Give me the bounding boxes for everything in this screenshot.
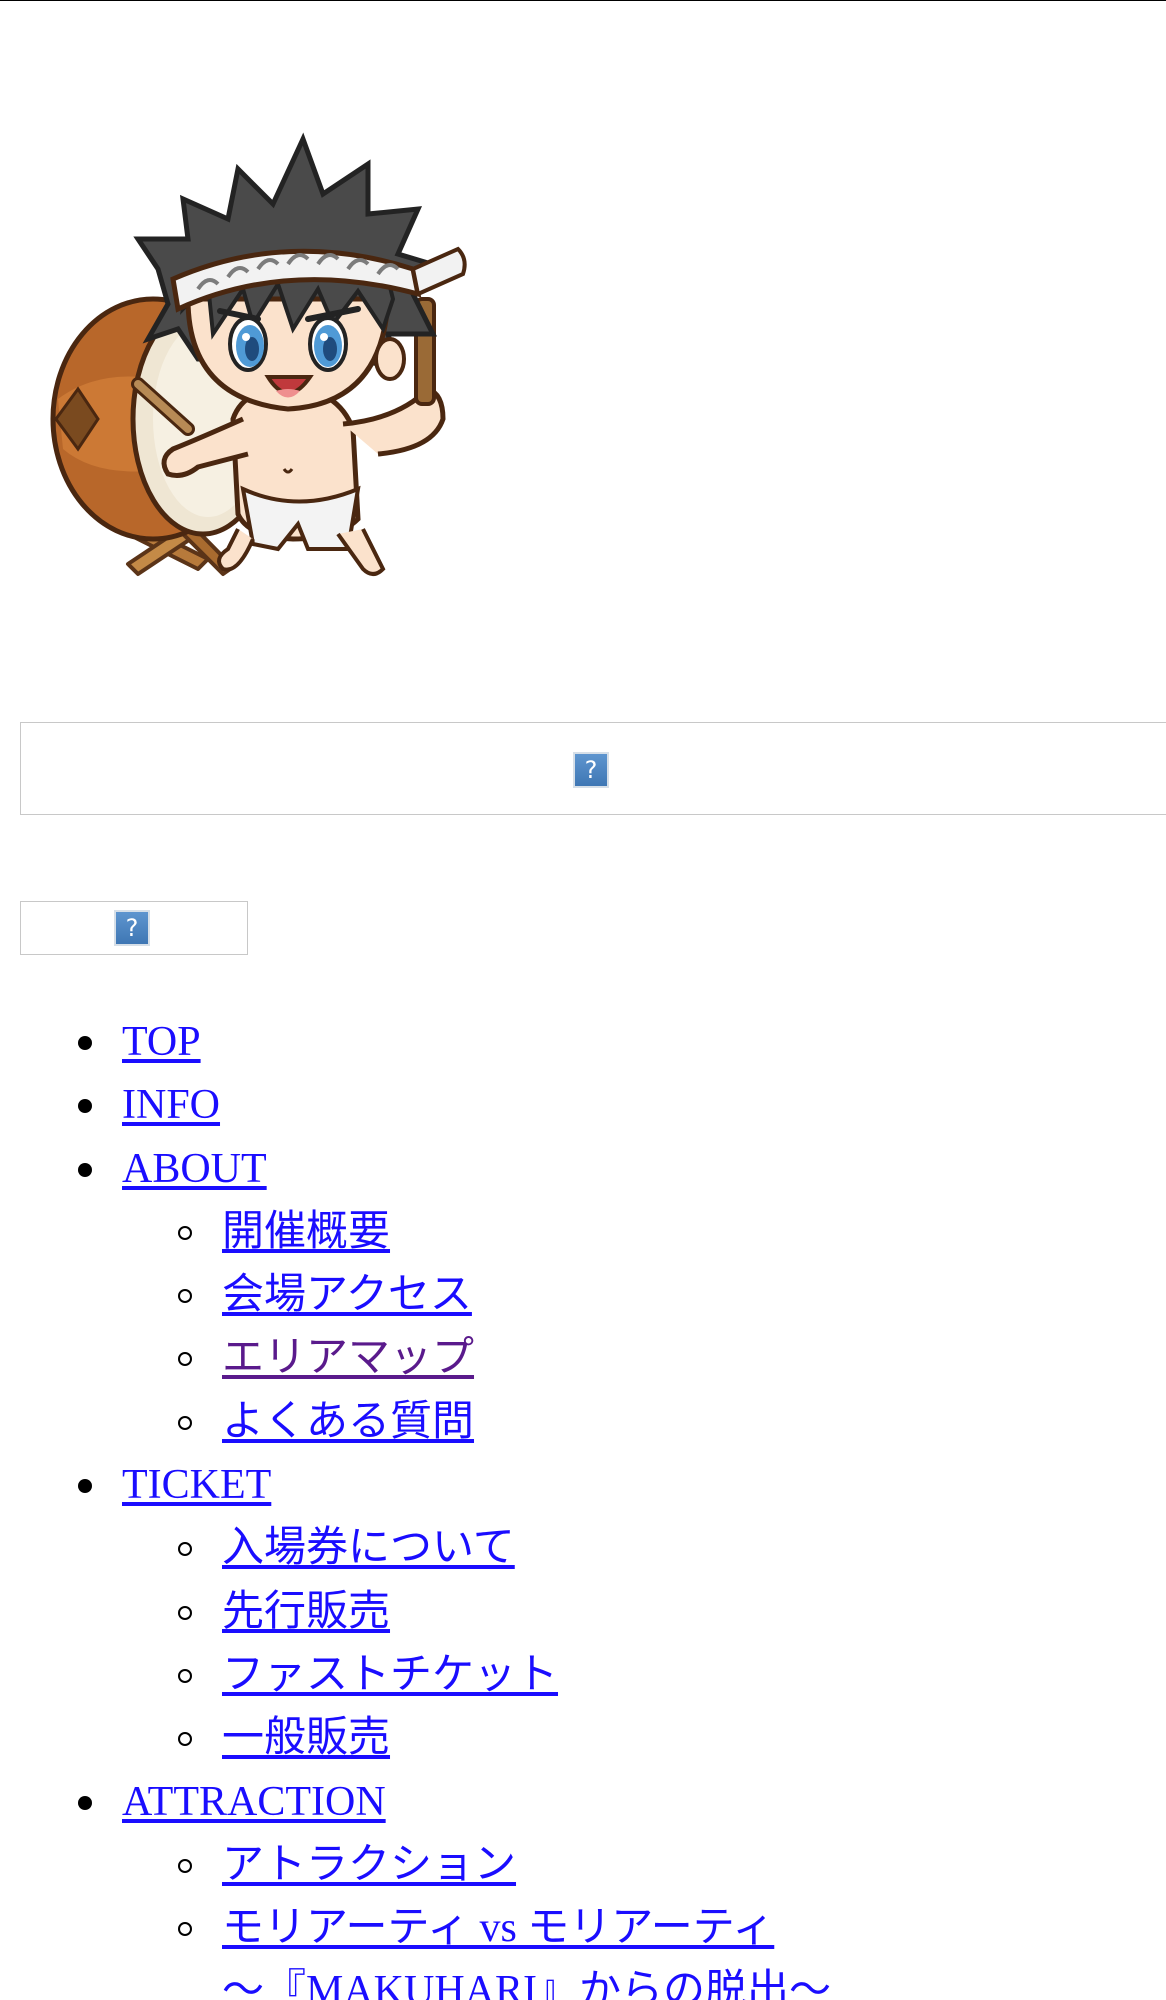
nav-link-fast-ticket[interactable]: ファストチケット xyxy=(222,1644,558,1707)
nav-link-overview[interactable]: 開催概要 xyxy=(222,1201,390,1264)
main-navigation: TOP INFO ABOUT 開催概要 会場アクセス エリアマップ よくある質問… xyxy=(0,1011,1166,2000)
nav-link-info[interactable]: INFO xyxy=(122,1074,220,1137)
nav-subitem-moriarty: モリアーティ vs モリアーティ xyxy=(0,1897,1166,1960)
nav-item-ticket: TICKET xyxy=(0,1454,1166,1517)
nav-link-area-map[interactable]: エリアマップ xyxy=(222,1327,474,1390)
nav-link-top[interactable]: TOP xyxy=(122,1011,201,1074)
nav-link-admission[interactable]: 入場券について xyxy=(222,1517,515,1580)
nav-link-moriarty[interactable]: モリアーティ vs モリアーティ xyxy=(222,1897,774,1960)
nav-item-info: INFO xyxy=(0,1074,1166,1137)
nav-link-attraction[interactable]: ATTRACTION xyxy=(122,1771,386,1834)
nav-subitem-attractions: アトラクション xyxy=(0,1834,1166,1897)
logo-image-frame[interactable]: ? xyxy=(20,901,248,955)
nav-subitem-overview: 開催概要 xyxy=(0,1201,1166,1264)
nav-link-faq[interactable]: よくある質問 xyxy=(222,1391,474,1454)
nav-link-attractions[interactable]: アトラクション xyxy=(222,1834,516,1897)
nav-subitem-moriarty-subtitle: ～『MAKUHARI』からの脱出～ xyxy=(0,1960,1166,2000)
nav-link-moriarty-subtitle[interactable]: ～『MAKUHARI』からの脱出～ xyxy=(222,1960,831,2000)
banner-image-frame[interactable]: ? xyxy=(20,722,1166,815)
nav-link-general-sale[interactable]: 一般販売 xyxy=(222,1707,390,1770)
broken-image-icon: ? xyxy=(114,910,150,946)
nav-item-top: TOP xyxy=(0,1011,1166,1074)
nav-subitem-fast-ticket: ファストチケット xyxy=(0,1644,1166,1707)
nav-subitem-admission: 入場券について xyxy=(0,1517,1166,1580)
nav-item-attraction: ATTRACTION xyxy=(0,1771,1166,1834)
nav-subitem-presale: 先行販売 xyxy=(0,1581,1166,1644)
nav-link-about[interactable]: ABOUT xyxy=(122,1138,267,1201)
nav-subitem-area-map: エリアマップ xyxy=(0,1327,1166,1390)
nav-subitem-access: 会場アクセス xyxy=(0,1264,1166,1327)
nav-subitem-faq: よくある質問 xyxy=(0,1391,1166,1454)
broken-image-icon: ? xyxy=(573,752,609,788)
nav-item-about: ABOUT xyxy=(0,1138,1166,1201)
nav-link-access[interactable]: 会場アクセス xyxy=(222,1264,472,1327)
nav-link-ticket[interactable]: TICKET xyxy=(122,1454,271,1517)
nav-subitem-general-sale: 一般販売 xyxy=(0,1707,1166,1770)
mascot-image xyxy=(50,132,467,576)
nav-link-presale[interactable]: 先行販売 xyxy=(222,1581,390,1644)
